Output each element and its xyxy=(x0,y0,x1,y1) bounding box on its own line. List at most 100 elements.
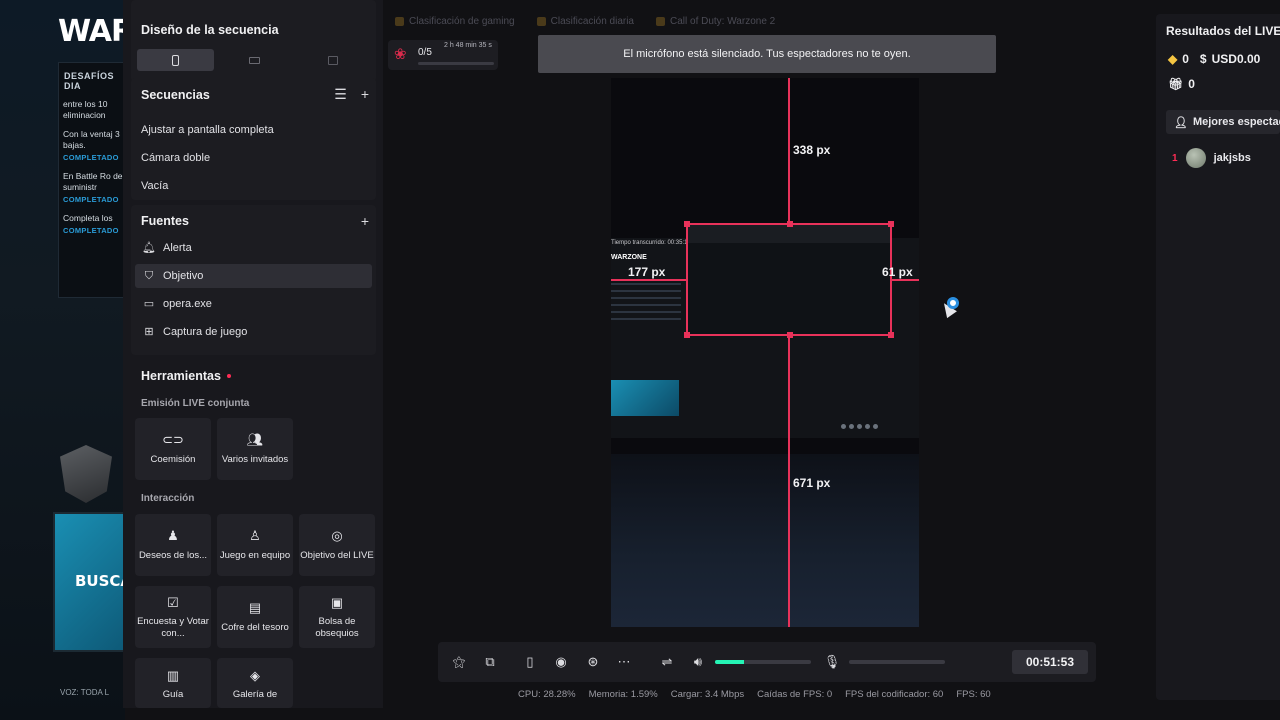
tool-live-goal[interactable]: ◎ Objetivo del LIVE xyxy=(299,514,375,576)
tool-treasure-chest[interactable]: ▤ Cofre del tesoro xyxy=(217,586,293,648)
top-viewers-tab[interactable]: 👤︎ Mejores espectad xyxy=(1166,110,1280,134)
mixer-icon[interactable]: ⇌ xyxy=(659,654,675,670)
notification-dot xyxy=(226,374,231,378)
mic-muted-icon[interactable]: 🎙︎ xyxy=(824,654,841,670)
guide-top xyxy=(788,78,790,223)
resize-handle[interactable] xyxy=(684,221,690,227)
add-source-button[interactable]: + xyxy=(361,213,369,229)
diamond-icon: ◆ xyxy=(1168,52,1178,66)
portrait-button[interactable] xyxy=(137,49,214,71)
tool-team-game[interactable]: ♙ Juego en equipo xyxy=(217,514,293,576)
stream-preview[interactable]: Tiempo transcurrido: 00:35:1 WARZONE xyxy=(611,78,919,627)
shield-icon: ⛉ xyxy=(144,269,154,282)
top-viewer-row[interactable]: 1 jakjsbs xyxy=(1172,148,1251,168)
selected-source-box[interactable] xyxy=(684,221,894,338)
game-banner xyxy=(611,380,679,416)
game-lower-area xyxy=(611,454,919,627)
resize-handle[interactable] xyxy=(787,332,793,338)
guide-icon: ▥ xyxy=(166,668,180,683)
orientation-switch xyxy=(137,49,371,71)
team-icon: ♙ xyxy=(249,528,261,544)
sequences-header: Secuencias ☰ + xyxy=(141,86,369,103)
stat-upload: Cargar: 3.4 Mbps xyxy=(670,689,745,700)
tab-daily-ranking[interactable]: Clasificación diaria xyxy=(536,16,634,27)
tool-gift-bag[interactable]: ▣ Bolsa de obsequios xyxy=(299,586,375,648)
link-icon: ⊂⊃ xyxy=(162,432,184,448)
measure-left: 177 px xyxy=(628,265,666,279)
sources-header: Fuentes + xyxy=(141,213,369,229)
flame-icon xyxy=(536,17,546,26)
rank-emblem-icon xyxy=(60,445,112,503)
source-goal[interactable]: ⛉ Objetivo xyxy=(135,264,372,288)
stat-fps: FPS: 60 xyxy=(956,689,991,700)
goal-time-left: 2 h 48 min 35 s xyxy=(444,42,492,49)
resize-handle[interactable] xyxy=(684,332,690,338)
phone-layout-icon[interactable]: ▯ xyxy=(522,654,538,670)
tab-gaming-ranking[interactable]: Clasificación de gaming xyxy=(395,16,515,27)
daily-challenges-panel: DESAFÍOS DIA entre los 10 eliminacion Co… xyxy=(58,62,125,298)
tool-multi-guest[interactable]: 👥︎ Varios invitados xyxy=(217,418,293,480)
top-tabs: Clasificación de gaming Clasificación di… xyxy=(395,16,775,27)
sequences-section: Secuencias ☰ + Ajustar a pantalla comple… xyxy=(131,78,376,200)
lock-icon xyxy=(327,55,338,65)
rose-gift-icon: ❀ xyxy=(394,46,407,63)
tool-poll[interactable]: ☑ Encuesta y Votar con... xyxy=(135,586,211,648)
list-icon[interactable]: ☰ xyxy=(334,86,347,103)
screen-share-icon[interactable]: ⧉ xyxy=(482,654,498,670)
landscape-button[interactable] xyxy=(216,49,293,71)
joint-live-title: Emisión LIVE conjunta xyxy=(141,398,250,409)
tool-guide[interactable]: ▥ Guía xyxy=(135,658,211,708)
more-icon[interactable]: ⋯ xyxy=(616,654,632,670)
replay-icon[interactable]: ⊛ xyxy=(585,654,601,670)
gamepad-icon: ⊞ xyxy=(144,325,154,338)
window-icon: ▭ xyxy=(143,297,155,310)
poll-icon: ☑ xyxy=(167,594,179,610)
warzone-logo: WARZONE xyxy=(611,254,647,261)
speaker-icon[interactable]: 🔊︎ xyxy=(690,654,706,670)
goal-count: 0/5 xyxy=(418,47,432,58)
goal-widget[interactable]: ❀ 0/5 2 h 48 min 35 s xyxy=(388,40,498,70)
source-opera[interactable]: ▭ opera.exe xyxy=(135,292,372,316)
resize-handle[interactable] xyxy=(787,221,793,227)
add-sequence-button[interactable]: + xyxy=(361,86,369,103)
tool-gallery[interactable]: ◈ Galería de xyxy=(217,658,293,708)
viewer-rank: 1 xyxy=(1172,152,1178,164)
sequence-item-fullscreen[interactable]: Ajustar a pantalla completa xyxy=(141,124,274,136)
source-alert[interactable]: 🔔︎ Alerta xyxy=(135,236,372,260)
tab-game-category[interactable]: Call of Duty: Warzone 2 xyxy=(656,16,775,27)
left-panel: Diseño de la secuencia Secuencias ☰ + Aj… xyxy=(123,0,383,708)
sources-title: Fuentes xyxy=(141,214,189,228)
loading-cursor-icon xyxy=(947,297,959,309)
measure-bottom: 671 px xyxy=(793,476,831,490)
magic-wand-icon[interactable]: ⚝ xyxy=(451,654,467,670)
mic-slider[interactable] xyxy=(849,660,945,664)
volume-fill xyxy=(715,660,744,664)
target-icon: ◎ xyxy=(331,528,343,544)
wishes-icon: ♟ xyxy=(167,528,179,544)
game-status-icons xyxy=(841,420,919,432)
locked-layout-button[interactable] xyxy=(294,49,371,71)
volume-slider[interactable] xyxy=(715,660,811,664)
layout-section: Diseño de la secuencia xyxy=(131,0,376,82)
guide-left xyxy=(611,279,686,281)
resize-handle[interactable] xyxy=(888,221,894,227)
tool-co-host[interactable]: ⊂⊃ Coemisión xyxy=(135,418,211,480)
viewer-name: jakjsbs xyxy=(1213,152,1251,164)
performance-stats: CPU: 28.28% Memoria: 1.59% Cargar: 3.4 M… xyxy=(518,689,991,700)
sequence-item-empty[interactable]: Vacía xyxy=(141,180,168,192)
gallery-icon: ◈ xyxy=(250,668,260,683)
game-logo: WAR xyxy=(58,14,125,49)
phone-icon xyxy=(171,54,179,66)
resize-handle[interactable] xyxy=(888,332,894,338)
challenge-lines xyxy=(611,283,681,353)
challenges-title: DESAFÍOS DIA xyxy=(64,71,115,91)
sources-section: Fuentes + 🔔︎ Alerta ⛉ Objetivo ▭ opera.e… xyxy=(131,205,376,355)
interaction-title: Interacción xyxy=(141,493,195,504)
sequences-title: Secuencias xyxy=(141,87,210,102)
record-icon[interactable]: ◉ xyxy=(553,654,569,670)
source-game-capture[interactable]: ⊞ Captura de juego xyxy=(135,320,372,344)
sequence-item-dual-camera[interactable]: Cámara doble xyxy=(141,152,210,164)
users-icon: 👥︎ xyxy=(246,432,264,448)
tool-wishes[interactable]: ♟ Deseos de los... xyxy=(135,514,211,576)
stat-cpu: CPU: 28.28% xyxy=(518,689,576,700)
